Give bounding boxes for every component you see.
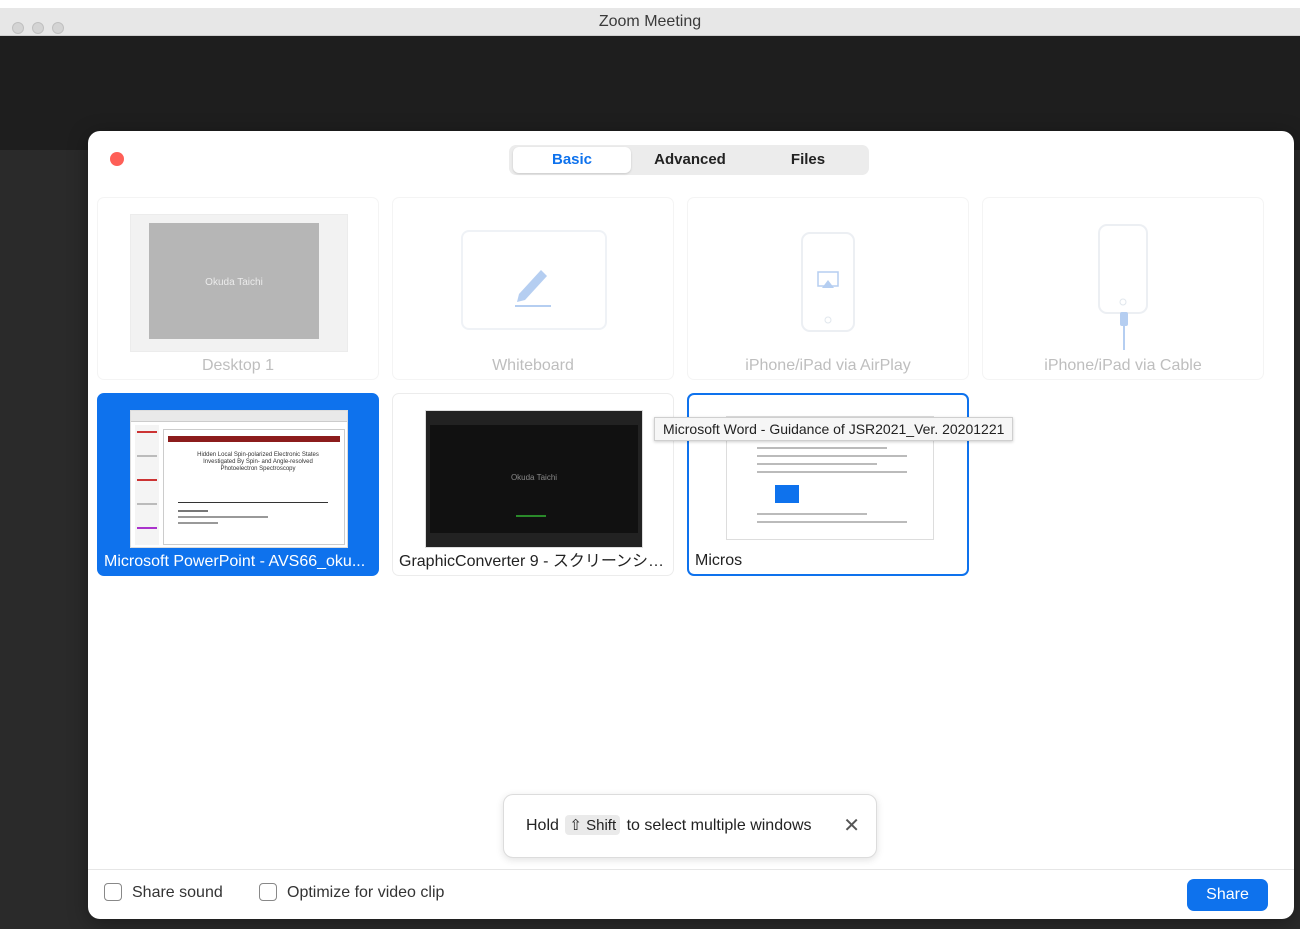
hint-text: Hold ⇧ Shift to select multiple windows: [526, 815, 812, 835]
iphone-icon: [1098, 224, 1148, 314]
close-icon[interactable]: ✕: [843, 813, 860, 838]
share-option-whiteboard[interactable]: Whiteboard: [392, 197, 674, 380]
whiteboard-frame: [461, 230, 607, 330]
card-label: Whiteboard: [492, 357, 574, 374]
cable-icon: [1120, 312, 1128, 350]
share-option-airplay[interactable]: iPhone/iPad via AirPlay: [687, 197, 969, 380]
close-dialog-button[interactable]: [110, 152, 124, 166]
thumbnail-participant-name: Okuda Taichi: [510, 473, 558, 482]
share-option-graphicconverter[interactable]: Okuda Taichi GraphicConverter 9 - スクリーンシ…: [392, 393, 674, 576]
thumbnail-participant-name: Okuda Taichi: [205, 277, 263, 288]
share-button[interactable]: Share: [1187, 879, 1268, 911]
card-label: Micros: [695, 552, 743, 569]
slide-title: Hidden Local Spin-polarized Electronic S…: [197, 452, 319, 472]
card-label: iPhone/iPad via Cable: [1044, 357, 1202, 374]
tab-bar: Basic Advanced Files: [509, 145, 869, 175]
share-sound-label: Share sound: [132, 884, 223, 901]
footer-divider: [88, 869, 1294, 870]
graphicconverter-thumbnail: Okuda Taichi: [425, 410, 643, 548]
shift-key-badge: ⇧ Shift: [565, 815, 621, 835]
card-label: Microsoft PowerPoint - AVS66_oku...: [104, 553, 366, 570]
card-label: Desktop 1: [201, 357, 275, 374]
share-option-desktop[interactable]: Okuda Taichi Desktop 1: [97, 197, 379, 380]
desktop-thumbnail: Okuda Taichi: [130, 214, 348, 352]
optimize-video-label: Optimize for video clip: [287, 884, 445, 901]
window-title: Zoom Meeting: [598, 13, 702, 30]
card-label: iPhone/iPad via AirPlay: [745, 357, 911, 374]
tab-basic[interactable]: Basic: [513, 147, 631, 173]
airplay-icon: [817, 271, 839, 324]
powerpoint-thumbnail: Hidden Local Spin-polarized Electronic S…: [130, 410, 348, 548]
tab-advanced[interactable]: Advanced: [631, 147, 749, 173]
share-sound-checkbox[interactable]: [104, 883, 122, 901]
share-option-cable[interactable]: iPhone/iPad via Cable: [982, 197, 1264, 380]
iphone-icon: [801, 232, 855, 332]
pen-icon: [515, 270, 551, 307]
share-option-powerpoint[interactable]: Hidden Local Spin-polarized Electronic S…: [97, 393, 379, 576]
multi-select-hint: Hold ⇧ Shift to select multiple windows …: [503, 794, 877, 858]
optimize-video-checkbox[interactable]: [259, 883, 277, 901]
card-label: GraphicConverter 9 - スクリーンシ…: [399, 553, 665, 570]
tab-files[interactable]: Files: [749, 147, 867, 173]
window-title-tooltip: Microsoft Word - Guidance of JSR2021_Ver…: [654, 417, 1014, 441]
